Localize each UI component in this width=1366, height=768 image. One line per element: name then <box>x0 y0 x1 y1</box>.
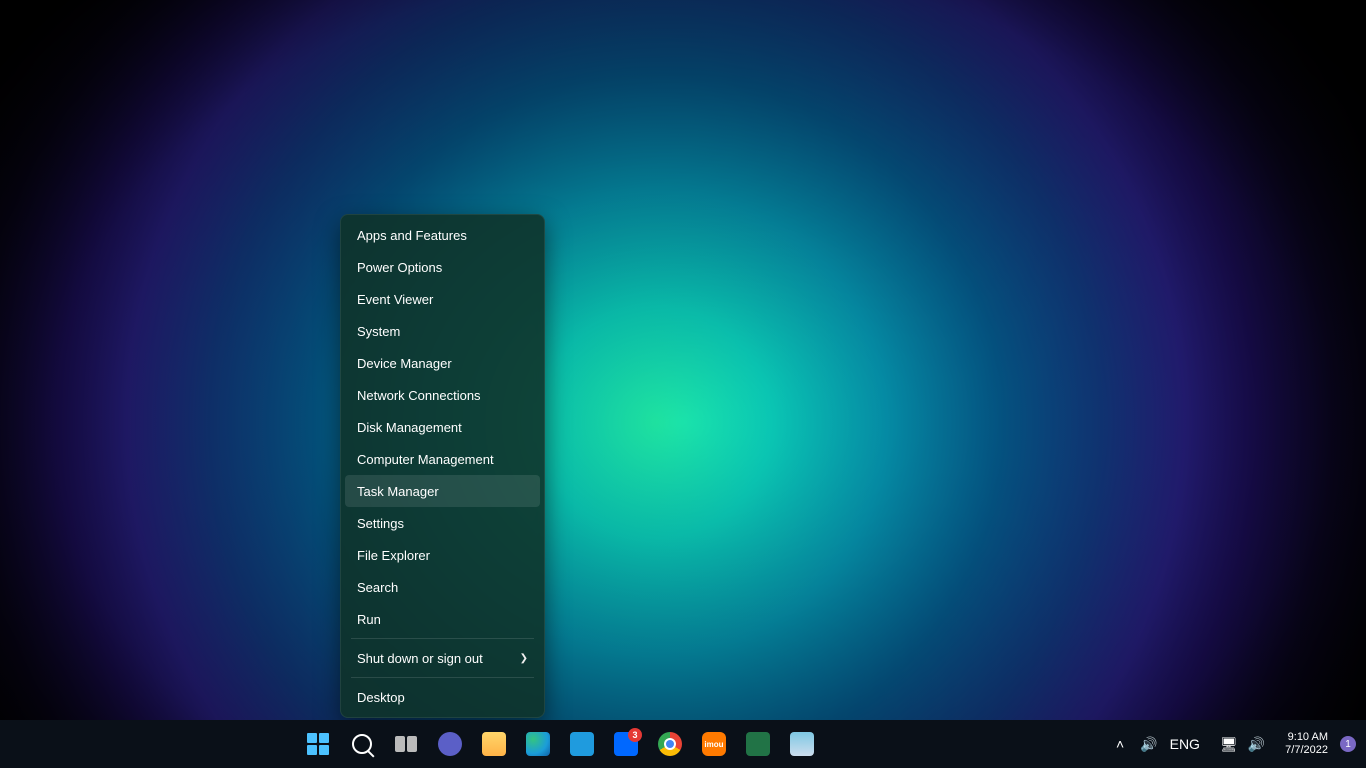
gallery-icon <box>790 732 814 756</box>
menu-separator <box>351 638 534 639</box>
speaker-icon[interactable]: 🔊 <box>1140 736 1157 753</box>
taskbar-imou-button[interactable]: imou <box>694 724 734 764</box>
search-icon <box>352 734 372 754</box>
winx-item-settings[interactable]: Settings <box>345 507 540 539</box>
winx-item-run[interactable]: Run <box>345 603 540 635</box>
winx-item-label: Task Manager <box>357 484 439 499</box>
winx-item-label: Network Connections <box>357 388 481 403</box>
winx-item-label: System <box>357 324 400 339</box>
taskbar-search-button[interactable] <box>342 724 382 764</box>
desktop[interactable]: Apps and Features Power Options Event View… <box>0 0 1366 768</box>
chevron-up-icon: ˄ <box>1116 736 1124 752</box>
start-icon <box>307 733 329 755</box>
task-view-icon <box>395 736 417 752</box>
taskbar-chrome-button[interactable] <box>650 724 690 764</box>
language-indicator[interactable]: ENG <box>1170 736 1200 752</box>
taskbar-gallery-button[interactable] <box>782 724 822 764</box>
winx-item-label: File Explorer <box>357 548 430 563</box>
menu-separator <box>351 677 534 678</box>
taskbar: 3 imou ˄ 🔊 ENG 🖥 🔊 9:10 AM 7/7/2022 1 <box>0 720 1366 768</box>
winx-item-label: Desktop <box>357 690 405 705</box>
taskbar-edge-button[interactable] <box>518 724 558 764</box>
winx-item-label: Search <box>357 580 398 595</box>
winx-item-system[interactable]: System <box>345 315 540 347</box>
taskbar-start-button[interactable] <box>298 724 338 764</box>
winx-item-label: Shut down or sign out <box>357 651 483 666</box>
taskbar-file-explorer-button[interactable] <box>474 724 514 764</box>
store-icon <box>570 732 594 756</box>
winx-item-label: Device Manager <box>357 356 452 371</box>
clock-date: 7/7/2022 <box>1285 744 1328 757</box>
winx-item-apps-and-features[interactable]: Apps and Features <box>345 219 540 251</box>
notification-center-button[interactable]: 1 <box>1340 736 1356 752</box>
notification-badge: 3 <box>628 728 642 742</box>
chrome-icon <box>658 732 682 756</box>
taskbar-task-view-button[interactable] <box>386 724 426 764</box>
teams-icon <box>438 732 462 756</box>
winx-item-desktop[interactable]: Desktop <box>345 681 540 713</box>
winx-item-computer-management[interactable]: Computer Management <box>345 443 540 475</box>
winx-item-disk-management[interactable]: Disk Management <box>345 411 540 443</box>
winx-item-shut-down-or-sign-out[interactable]: Shut down or sign out ❯ <box>345 642 540 674</box>
winx-item-label: Disk Management <box>357 420 462 435</box>
winx-item-label: Computer Management <box>357 452 494 467</box>
edge-icon <box>526 732 550 756</box>
winx-item-task-manager[interactable]: Task Manager <box>345 475 540 507</box>
imou-icon: imou <box>702 732 726 756</box>
excel-icon <box>746 732 770 756</box>
taskbar-excel-button[interactable] <box>738 724 778 764</box>
winx-item-label: Power Options <box>357 260 442 275</box>
file-explorer-icon <box>482 732 506 756</box>
tray-overflow-button[interactable]: ˄ <box>1112 724 1128 764</box>
winx-item-device-manager[interactable]: Device Manager <box>345 347 540 379</box>
clock-button[interactable]: 9:10 AM 7/7/2022 <box>1285 731 1328 756</box>
winx-item-label: Settings <box>357 516 404 531</box>
quick-settings-button[interactable]: 🖥 🔊 <box>1212 732 1273 757</box>
winx-item-file-explorer[interactable]: File Explorer <box>345 539 540 571</box>
taskbar-pinned-apps: 3 imou <box>8 724 1112 764</box>
winx-item-label: Event Viewer <box>357 292 433 307</box>
chevron-right-icon: ❯ <box>520 653 528 664</box>
zalo-icon: 3 <box>614 732 638 756</box>
taskbar-teams-button[interactable] <box>430 724 470 764</box>
taskbar-zalo-button[interactable]: 3 <box>606 724 646 764</box>
winx-item-power-options[interactable]: Power Options <box>345 251 540 283</box>
winx-item-event-viewer[interactable]: Event Viewer <box>345 283 540 315</box>
network-icon: 🖥 <box>1220 736 1238 753</box>
clock-time: 9:10 AM <box>1285 731 1328 744</box>
winx-item-search[interactable]: Search <box>345 571 540 603</box>
winx-item-label: Apps and Features <box>357 228 467 243</box>
winx-context-menu: Apps and Features Power Options Event View… <box>340 214 545 718</box>
winx-item-network-connections[interactable]: Network Connections <box>345 379 540 411</box>
taskbar-microsoft-store-button[interactable] <box>562 724 602 764</box>
system-tray: ˄ 🔊 ENG 🖥 🔊 9:10 AM 7/7/2022 1 <box>1112 724 1366 764</box>
winx-item-label: Run <box>357 612 381 627</box>
speaker-icon: 🔊 <box>1248 736 1265 753</box>
